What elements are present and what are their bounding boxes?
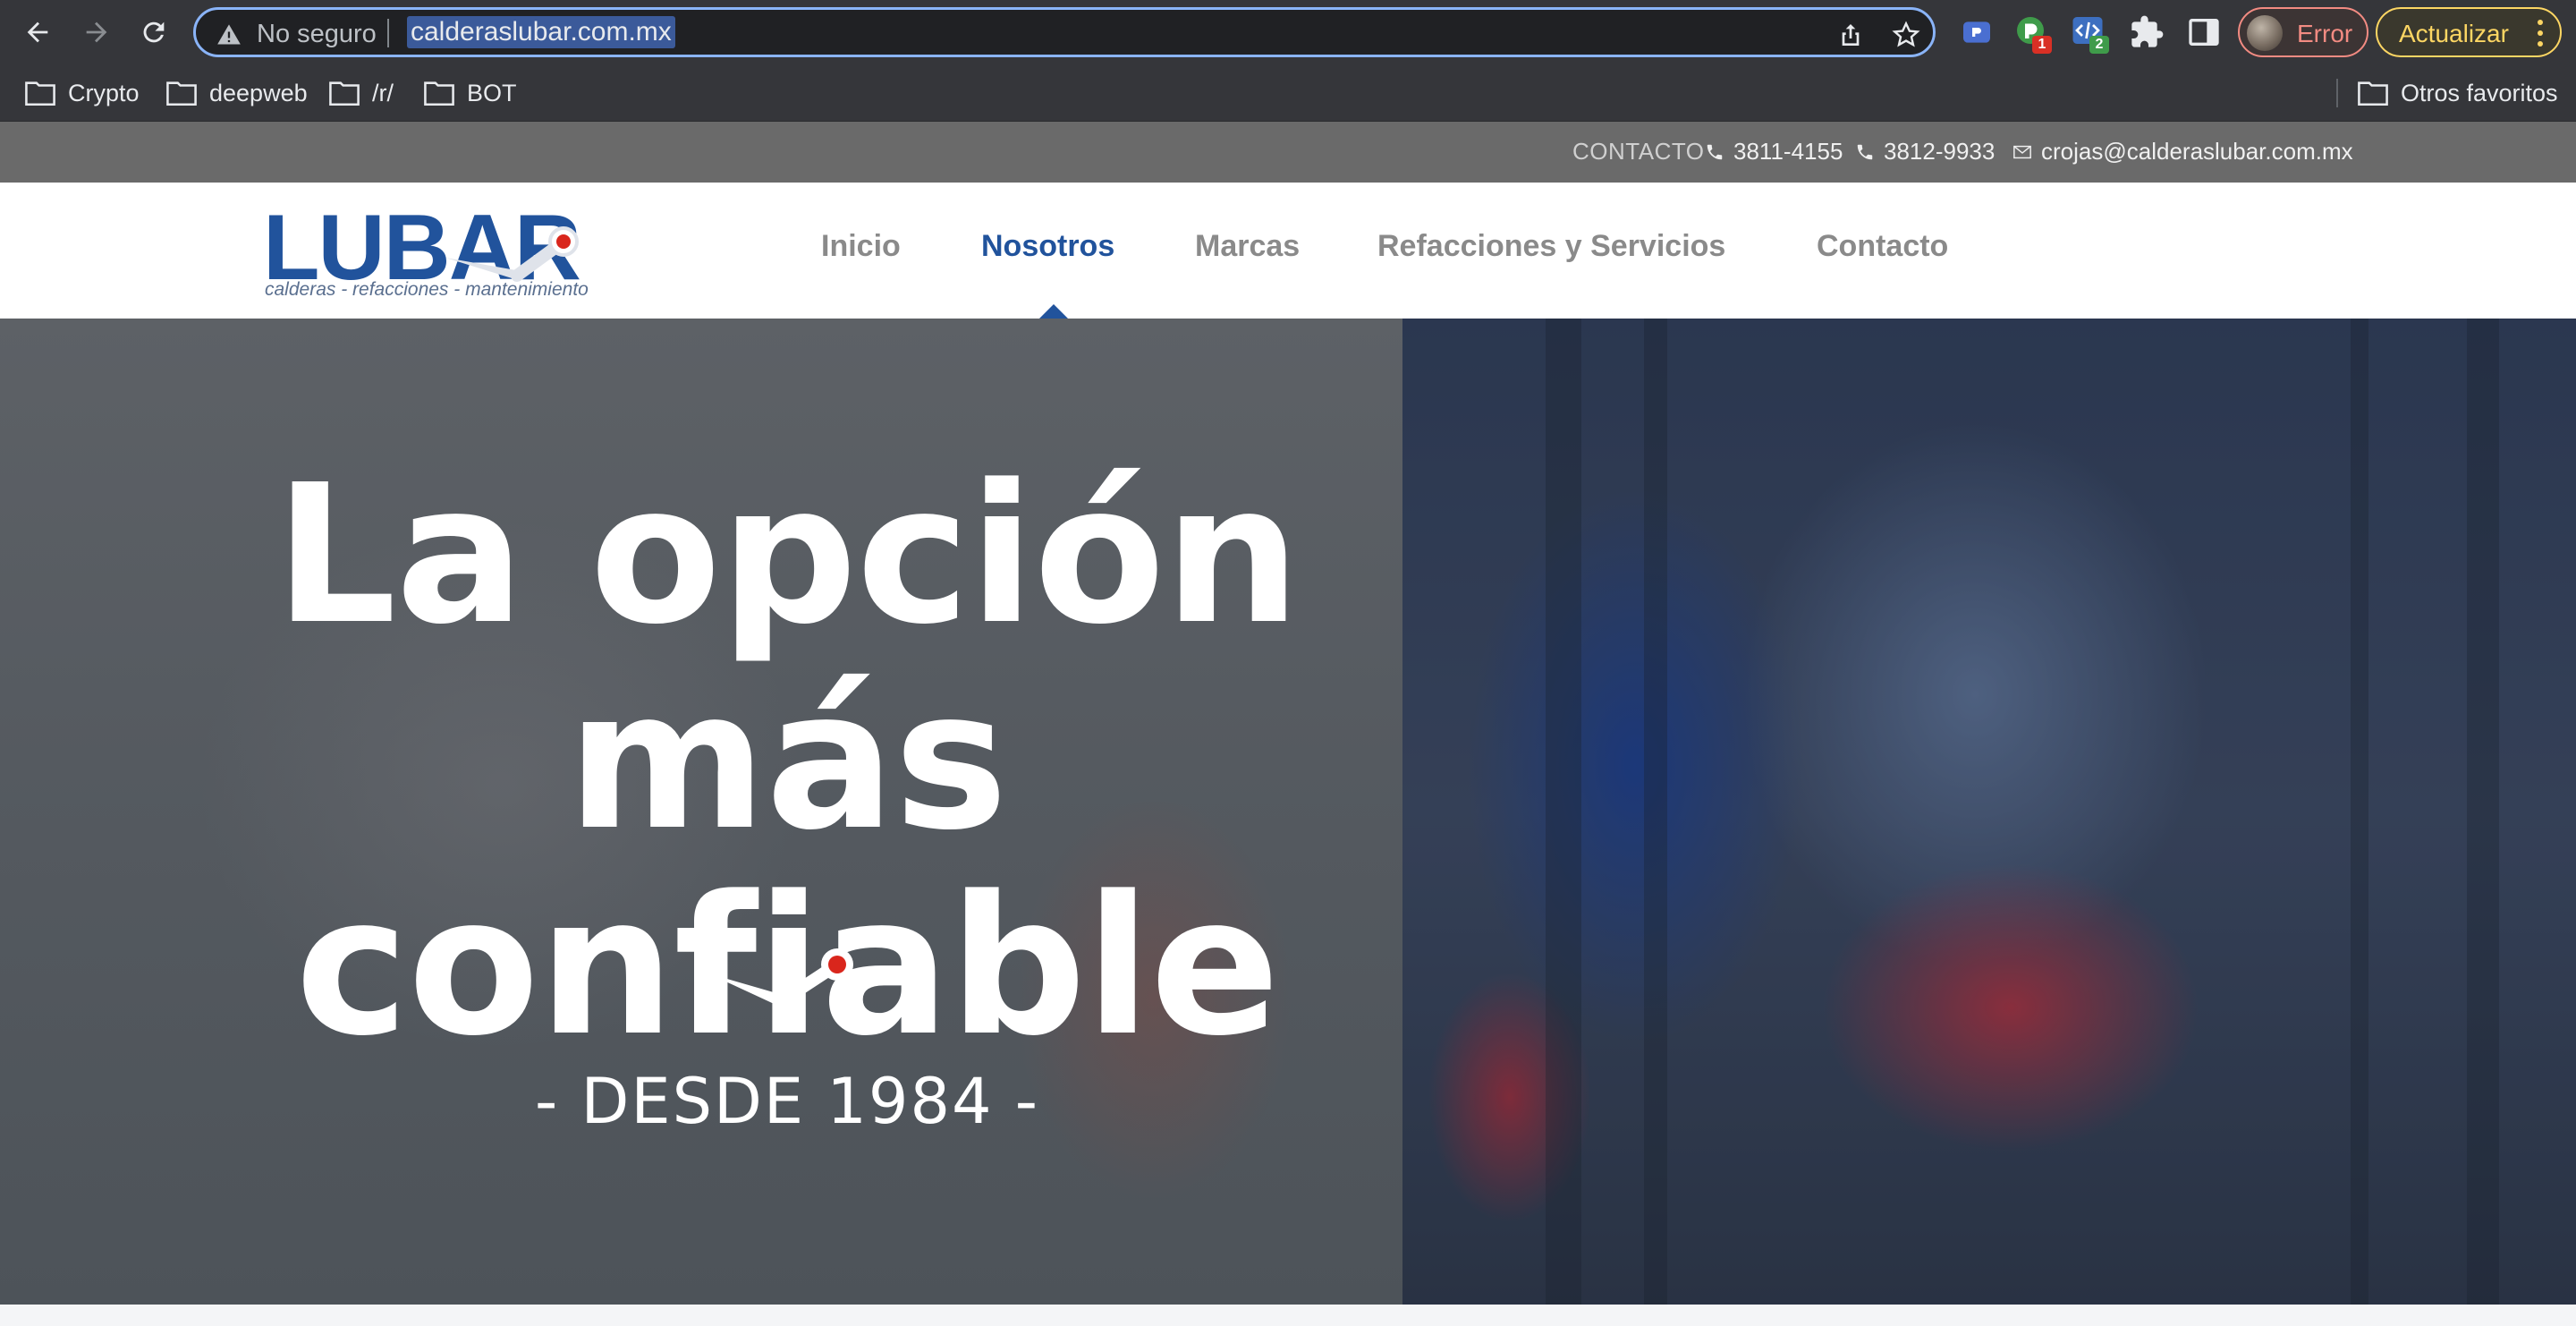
avatar — [2247, 15, 2283, 51]
site-header: LUBAR calderas - refacciones - mantenimi… — [0, 183, 2576, 319]
mail-icon — [2013, 145, 2031, 158]
folder-icon — [166, 81, 197, 106]
bookmark-bot[interactable]: BOT — [424, 77, 517, 109]
contact-link[interactable]: CONTACTO — [1572, 138, 1704, 166]
profile-error-label: Error — [2297, 20, 2353, 47]
bookmark-deepweb[interactable]: deepweb — [166, 77, 308, 109]
share-icon[interactable] — [1836, 21, 1865, 49]
logo-tagline: calderas - refacciones - mantenimiento — [265, 279, 589, 300]
folder-icon — [2358, 81, 2388, 106]
warning-icon — [217, 24, 241, 45]
bookmark-label: Crypto — [68, 79, 140, 106]
back-icon — [27, 21, 48, 43]
extension-button-2[interactable]: 2 — [2072, 14, 2111, 57]
hero-boiler-image — [1402, 319, 2576, 1305]
active-nav-indicator — [1039, 304, 1068, 319]
lubar-logo[interactable]: LUBAR calderas - refacciones - mantenimi… — [263, 200, 589, 304]
star-icon[interactable] — [1892, 21, 1920, 49]
bookmark-label: deepweb — [209, 79, 308, 106]
email-link[interactable]: crojas@calderaslubar.com.mx — [2012, 138, 2353, 166]
more-icon — [2538, 20, 2543, 47]
reload-icon — [143, 21, 165, 43]
profile-button[interactable]: Error — [2238, 7, 2368, 57]
phone-1[interactable]: 3811-4155 — [1705, 138, 1843, 166]
nav-nosotros[interactable]: Nosotros — [981, 229, 1114, 264]
folder-icon — [424, 81, 454, 106]
bookmark-label: BOT — [467, 79, 517, 106]
bookmark-r[interactable]: /r/ — [329, 77, 394, 109]
forward-button[interactable] — [77, 13, 116, 52]
extension-badge: 2 — [2089, 36, 2109, 54]
bookmark-label: /r/ — [372, 79, 394, 106]
browser-toolbar: No seguro calderaslubar.com.mx 1 2 Error… — [0, 0, 2576, 64]
phone-2[interactable]: 3812-9933 — [1855, 138, 1995, 166]
phone-icon — [1707, 144, 1723, 159]
phone-2-text: 3812-9933 — [1884, 138, 1996, 165]
bookmark-label: Otros favoritos — [2401, 79, 2558, 106]
contact-label: CONTACTO — [1572, 138, 1705, 165]
omnibox-separator — [387, 19, 389, 47]
sidepanel-icon[interactable] — [2186, 14, 2222, 50]
extension-icon[interactable] — [1959, 14, 1995, 50]
security-label[interactable]: No seguro — [257, 20, 377, 49]
forward-icon — [86, 21, 107, 43]
back-button[interactable] — [18, 13, 57, 52]
update-button[interactable]: Actualizar — [2376, 7, 2562, 57]
site-contact-bar: CONTACTO 3811-4155 3812-9933 crojas@cald… — [0, 122, 2576, 183]
folder-icon — [25, 81, 55, 106]
update-label: Actualizar — [2399, 20, 2509, 47]
phone-1-text: 3811-4155 — [1733, 138, 1843, 165]
nav-contacto[interactable]: Contacto — [1817, 229, 1948, 264]
gauge-needle-icon — [708, 948, 853, 1008]
nav-inicio[interactable]: Inicio — [821, 229, 901, 264]
puzzle-icon[interactable] — [2129, 14, 2165, 50]
hero-subtitle: - DESDE 1984 - — [534, 1065, 1040, 1138]
bookmarks-separator — [2336, 79, 2338, 107]
nav-refacciones-servicios[interactable]: Refacciones y Servicios — [1377, 229, 1725, 264]
extension-button-1[interactable]: 1 — [2014, 14, 2054, 57]
reload-button[interactable] — [134, 13, 174, 52]
url-text[interactable]: calderaslubar.com.mx — [407, 16, 675, 48]
hero-title-line-1: La opción — [274, 444, 1301, 667]
address-bar[interactable]: No seguro calderaslubar.com.mx — [193, 7, 1936, 57]
bookmarks-bar: Crypto deepweb /r/ BOT Otros favoritos — [0, 64, 2576, 122]
folder-icon — [329, 81, 360, 106]
bookmark-crypto[interactable]: Crypto — [25, 77, 140, 109]
bookmark-other-favorites[interactable]: Otros favoritos — [2358, 77, 2558, 109]
nav-marcas[interactable]: Marcas — [1195, 229, 1300, 264]
extension-badge: 1 — [2032, 36, 2052, 54]
phone-icon — [1857, 144, 1873, 159]
email-text: crojas@calderaslubar.com.mx — [2041, 138, 2353, 165]
hero-banner: La opción más confiable - DESDE 1984 - — [0, 319, 2576, 1305]
